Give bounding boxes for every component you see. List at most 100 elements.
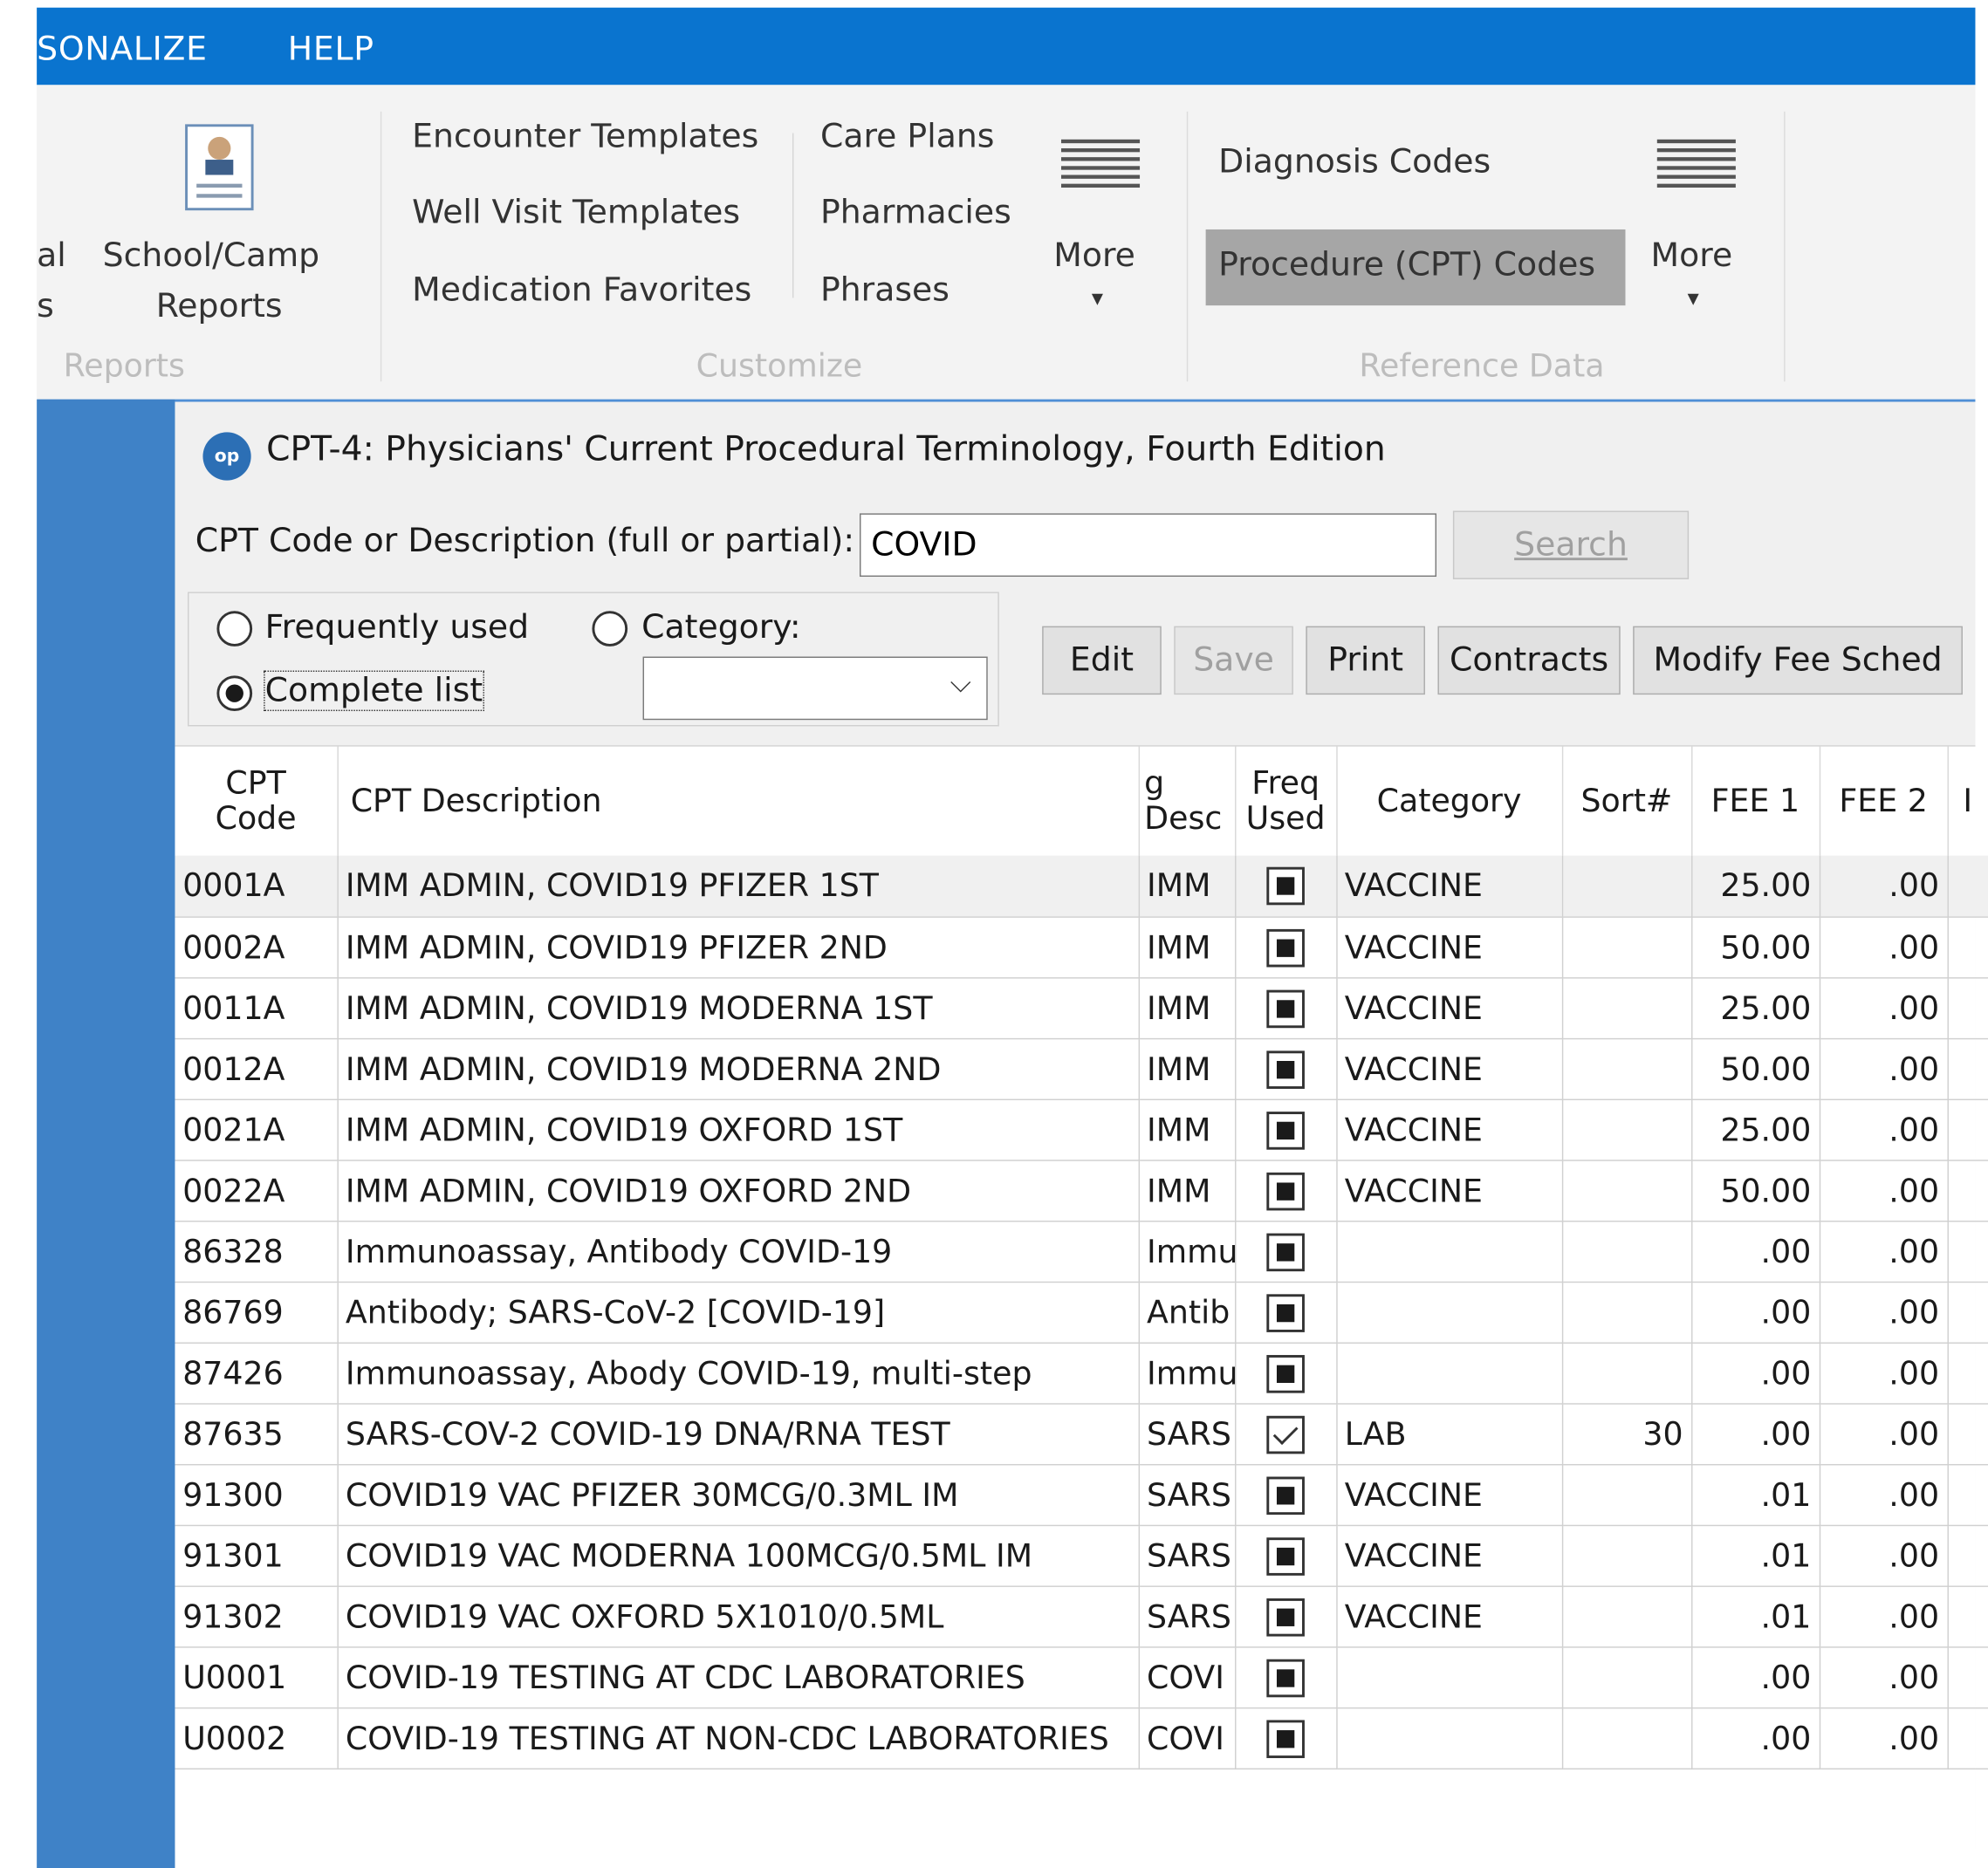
more-list-icon[interactable] <box>1060 139 1141 201</box>
cell-freq[interactable] <box>1235 1403 1337 1465</box>
diagnosis-codes-button[interactable]: Diagnosis Codes <box>1218 143 1491 181</box>
category-select[interactable]: ⌵ <box>642 656 988 721</box>
checkbox-indeterminate-icon[interactable] <box>1266 1111 1305 1149</box>
table-row[interactable]: 0011A IMM ADMIN, COVID19 MODERNA 1ST IMM VA… <box>175 977 1988 1039</box>
table-row[interactable]: 91300 COVID19 VAC PFIZER 30MCG/0.3ML IM SA… <box>175 1463 1988 1526</box>
checkbox-indeterminate-icon[interactable] <box>1266 1536 1305 1576</box>
checkbox-indeterminate-icon[interactable] <box>1266 928 1305 967</box>
cell-freq[interactable] <box>1235 855 1337 918</box>
medication-favorites-button[interactable]: Medication Favorites <box>412 271 751 310</box>
checkbox-indeterminate-icon[interactable] <box>1266 1232 1305 1271</box>
cell-freq[interactable] <box>1235 1463 1337 1526</box>
care-plans-button[interactable]: Care Plans <box>820 118 995 156</box>
school-camp-reports-button[interactable]: School/Camp <box>103 237 319 276</box>
chevron-down-icon[interactable]: ▾ <box>1688 285 1699 312</box>
school-camp-reports-button-line2[interactable]: Reports <box>156 288 283 326</box>
checkbox-indeterminate-icon[interactable] <box>1266 1172 1305 1210</box>
checkbox-indeterminate-icon[interactable] <box>1266 1719 1305 1758</box>
cell-freq[interactable] <box>1235 1037 1337 1100</box>
menu-personalize[interactable]: SONALIZE <box>37 31 208 69</box>
checkbox-indeterminate-icon[interactable] <box>1266 989 1305 1028</box>
edit-button[interactable]: Edit <box>1042 626 1162 695</box>
ribbon-cut-label-2[interactable]: s <box>37 288 54 326</box>
radio-category-label[interactable]: Category: <box>641 608 801 647</box>
cell-next <box>1947 1463 1988 1526</box>
cell-freq[interactable] <box>1235 1646 1337 1708</box>
modify-fee-sched-button[interactable]: Modify Fee Sched <box>1633 626 1963 695</box>
checkbox-indeterminate-icon[interactable] <box>1266 1293 1305 1332</box>
contracts-button[interactable]: Contracts <box>1437 626 1621 695</box>
cell-category: VACCINE <box>1336 1160 1563 1221</box>
more-reference-button[interactable]: More <box>1651 237 1733 276</box>
cell-freq[interactable] <box>1235 977 1337 1039</box>
procedure-cpt-codes-button[interactable]: Procedure (CPT) Codes <box>1218 246 1595 284</box>
cell-fee2: .00 <box>1819 1585 1949 1647</box>
cell-freq[interactable] <box>1235 1160 1337 1221</box>
column-header-fee1[interactable]: FEE 1 <box>1691 746 1820 856</box>
table-row[interactable]: 0002A IMM ADMIN, COVID19 PFIZER 2ND IMM VAC… <box>175 916 1988 978</box>
cell-sdesc: SARS <box>1138 1585 1236 1647</box>
chevron-down-icon[interactable]: ⌵ <box>950 668 971 700</box>
checkbox-indeterminate-icon[interactable] <box>1266 1354 1305 1392</box>
table-row[interactable]: U0002 COVID-19 TESTING AT NON-CDC LABORAT… <box>175 1707 1988 1769</box>
column-header-short-desc[interactable]: g Desc <box>1138 746 1236 856</box>
cell-next <box>1947 1342 1988 1404</box>
search-input[interactable] <box>859 513 1437 578</box>
table-row[interactable]: 91301 COVID19 VAC MODERNA 100MCG/0.5ML IM… <box>175 1524 1988 1587</box>
pharmacies-button[interactable]: Pharmacies <box>820 194 1011 232</box>
table-row[interactable]: 87635 SARS-COV-2 COVID-19 DNA/RNA TEST SAR… <box>175 1403 1988 1465</box>
cell-freq[interactable] <box>1235 1098 1337 1161</box>
print-button[interactable]: Print <box>1306 626 1425 695</box>
radio-complete-list-label[interactable]: Complete list <box>264 670 484 712</box>
save-button[interactable]: Save <box>1174 626 1293 695</box>
table-row[interactable]: 86328 Immunoassay, Antibody COVID-19 Immu.… <box>175 1221 1988 1283</box>
table-row[interactable]: 0012A IMM ADMIN, COVID19 MODERNA 2ND IMM VA… <box>175 1037 1988 1100</box>
report-icon[interactable] <box>184 123 255 212</box>
checkbox-indeterminate-icon[interactable] <box>1266 1475 1305 1515</box>
cell-freq[interactable] <box>1235 916 1337 978</box>
well-visit-templates-button[interactable]: Well Visit Templates <box>412 194 740 232</box>
radio-complete-list[interactable] <box>216 675 253 712</box>
radio-frequently-used[interactable] <box>216 611 253 647</box>
menu-help[interactable]: HELP <box>288 31 374 69</box>
search-button[interactable]: Search <box>1452 510 1690 579</box>
radio-category[interactable] <box>592 611 628 647</box>
column-header-sort[interactable]: Sort# <box>1561 746 1692 856</box>
ribbon-cut-label-1[interactable]: al <box>37 237 66 276</box>
table-row[interactable]: 86769 Antibody; SARS-CoV-2 [COVID-19] Anti… <box>175 1281 1988 1344</box>
checkbox-indeterminate-icon[interactable] <box>1266 867 1305 906</box>
cell-freq[interactable] <box>1235 1585 1337 1647</box>
cell-freq[interactable] <box>1235 1281 1337 1344</box>
column-header-cpt-code[interactable]: CPT Code <box>175 746 339 856</box>
checkbox-checked-icon[interactable] <box>1266 1415 1305 1454</box>
column-header-cpt-description[interactable]: CPT Description <box>337 746 1140 856</box>
checkbox-indeterminate-icon[interactable] <box>1266 1050 1305 1089</box>
column-header-freq-used[interactable]: Freq Used <box>1235 746 1337 856</box>
cell-fee2: .00 <box>1819 1524 1949 1587</box>
table-row[interactable]: 0021A IMM ADMIN, COVID19 OXFORD 1ST IMM VAC… <box>175 1098 1988 1161</box>
table-row[interactable]: 0001A IMM ADMIN, COVID19 PFIZER 1ST IMM VAC… <box>175 855 1988 918</box>
chevron-down-icon[interactable]: ▾ <box>1092 285 1103 312</box>
checkbox-indeterminate-icon[interactable] <box>1266 1658 1305 1697</box>
radio-frequently-used-label[interactable]: Frequently used <box>265 608 530 647</box>
cell-category: LAB <box>1336 1403 1563 1465</box>
cell-freq[interactable] <box>1235 1221 1337 1283</box>
checkbox-indeterminate-icon[interactable] <box>1266 1598 1305 1636</box>
cell-fee1: .01 <box>1691 1524 1820 1587</box>
encounter-templates-button[interactable]: Encounter Templates <box>412 118 758 156</box>
cell-freq[interactable] <box>1235 1342 1337 1404</box>
cell-category: VACCINE <box>1336 855 1563 918</box>
cell-freq[interactable] <box>1235 1707 1337 1769</box>
column-header-fee2[interactable]: FEE 2 <box>1819 746 1949 856</box>
table-row[interactable]: 0022A IMM ADMIN, COVID19 OXFORD 2ND IMM VAC… <box>175 1160 1988 1221</box>
more-customize-button[interactable]: More <box>1053 237 1135 276</box>
cell-freq[interactable] <box>1235 1524 1337 1587</box>
table-row[interactable]: U0001 COVID-19 TESTING AT CDC LABORATORIE… <box>175 1646 1988 1708</box>
column-header-category[interactable]: Category <box>1336 746 1563 856</box>
table-row[interactable]: 87426 Immunoassay, Abody COVID-19, multi-… <box>175 1342 1988 1404</box>
phrases-button[interactable]: Phrases <box>820 271 949 310</box>
list-filter-group: Frequently used Category: Complete list … <box>188 592 999 727</box>
column-header-next[interactable]: I <box>1947 746 1988 856</box>
table-row[interactable]: 91302 COVID19 VAC OXFORD 5X1010/0.5ML SARS… <box>175 1585 1988 1647</box>
more-list-icon[interactable] <box>1656 139 1736 201</box>
